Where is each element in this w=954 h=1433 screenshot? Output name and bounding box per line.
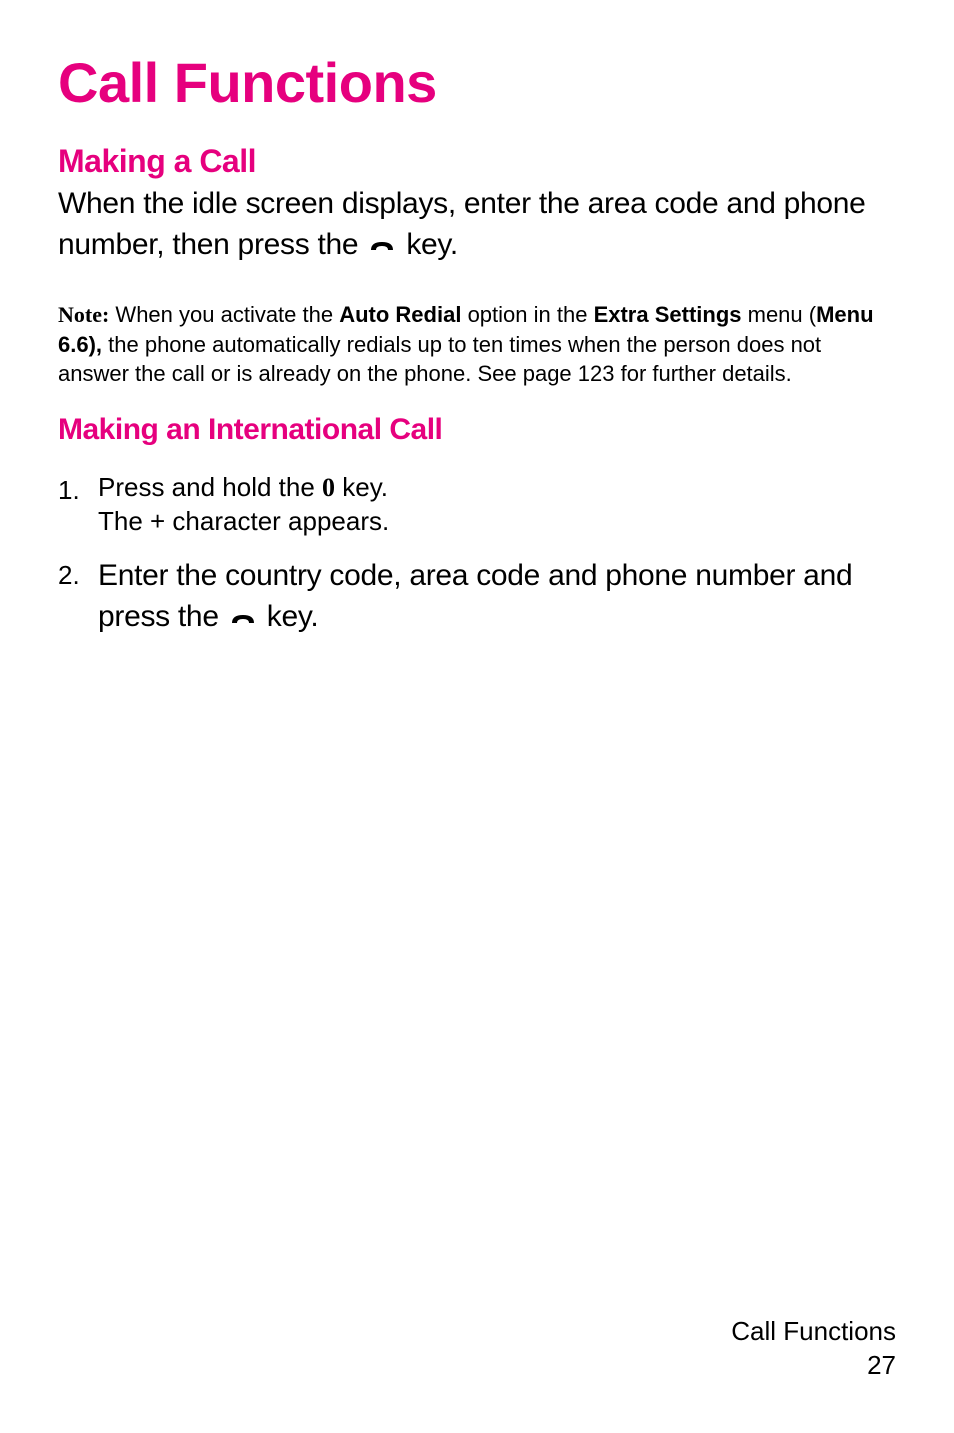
line1-before: Press and hold the	[98, 472, 322, 502]
list-line1: Press and hold the 0 key.	[98, 471, 896, 505]
making-call-body: When the idle screen displays, enter the…	[58, 184, 896, 266]
list-item: 2. Enter the country code, area code and…	[58, 556, 896, 638]
footer-label: Call Functions	[731, 1315, 896, 1349]
body-text-before: When the idle screen displays, enter the…	[58, 187, 866, 261]
list-content: Press and hold the 0 key. The + characte…	[98, 471, 896, 539]
call-key-icon	[368, 225, 396, 266]
list-number: 2.	[58, 556, 98, 638]
note-bold2: Extra Settings	[594, 302, 742, 327]
list-number: 1.	[58, 471, 98, 539]
note-paragraph: Note: When you activate the Auto Redial …	[58, 300, 896, 389]
list-item: 1. Press and hold the 0 key. The + chara…	[58, 471, 896, 539]
call-key-icon	[229, 598, 257, 639]
body-before: Enter the country code, area code and ph…	[98, 559, 852, 633]
body-text-after: key.	[398, 228, 458, 261]
note-label: Note:	[58, 302, 109, 327]
zero-key: 0	[322, 473, 335, 502]
note-part2: option in the	[461, 302, 593, 327]
note-part4: the phone automatically redials up to te…	[58, 332, 821, 387]
section-heading-making-call: Making a Call	[58, 143, 896, 180]
body-after: key.	[259, 600, 319, 633]
page-title: Call Functions	[58, 50, 896, 115]
list-line2: The + character appears.	[98, 505, 896, 539]
list-content: Enter the country code, area code and ph…	[98, 556, 896, 638]
page-footer: Call Functions 27	[731, 1315, 896, 1383]
footer-page-number: 27	[731, 1349, 896, 1383]
subsection-heading-international: Making an International Call	[58, 413, 896, 447]
note-bold1: Auto Redial	[339, 302, 461, 327]
line1-after: key.	[335, 472, 388, 502]
note-part1: When you activate the	[109, 302, 339, 327]
note-part3: menu (	[742, 302, 817, 327]
ordered-list: 1. Press and hold the 0 key. The + chara…	[58, 471, 896, 638]
list-body: Enter the country code, area code and ph…	[98, 556, 896, 638]
